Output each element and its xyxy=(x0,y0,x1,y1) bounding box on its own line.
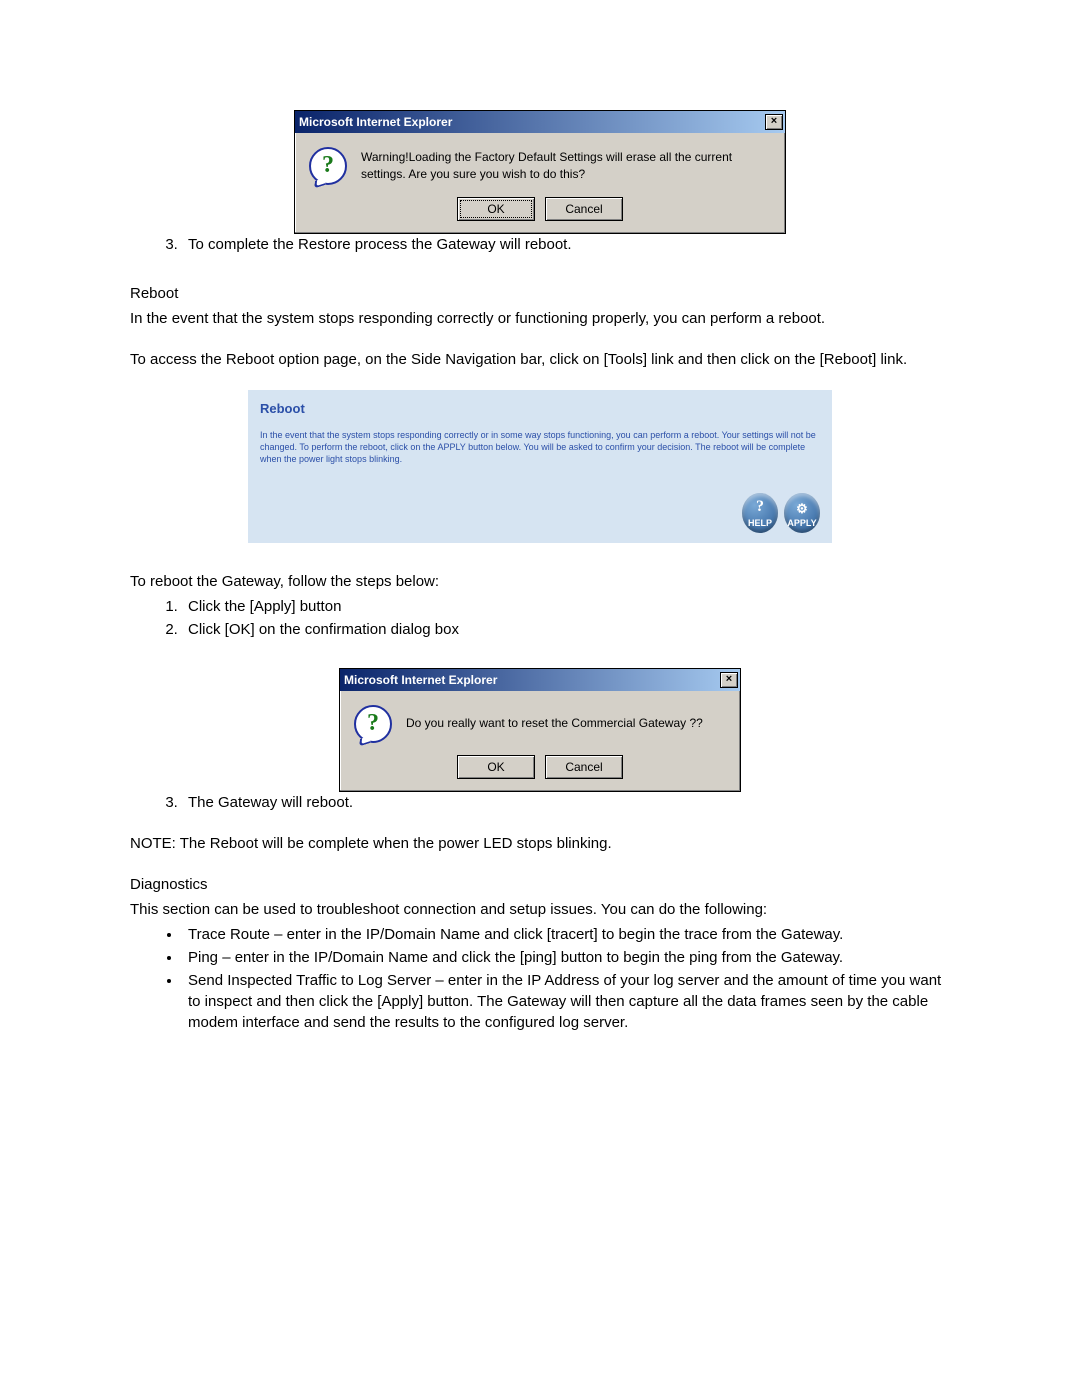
ok-button[interactable]: OK xyxy=(457,197,535,221)
diagnostics-list: Trace Route – enter in the IP/Domain Nam… xyxy=(182,924,950,1033)
list-item: Ping – enter in the IP/Domain Name and c… xyxy=(182,947,950,968)
apply-button[interactable]: ⚙ APPLY xyxy=(784,493,820,533)
reboot-steps-lead: To reboot the Gateway, follow the steps … xyxy=(130,571,950,592)
list-item: Send Inspected Traffic to Log Server – e… xyxy=(182,970,950,1033)
dialog-titlebar: Microsoft Internet Explorer × xyxy=(295,111,785,133)
dialog-message: Do you really want to reset the Commerci… xyxy=(406,705,703,743)
list-item: Trace Route – enter in the IP/Domain Nam… xyxy=(182,924,950,945)
list-item: Click the [Apply] button xyxy=(182,596,950,617)
list-item: To complete the Restore process the Gate… xyxy=(182,234,950,255)
warning-dialog: Microsoft Internet Explorer × ? Warning!… xyxy=(294,110,786,234)
apply-label: APPLY xyxy=(787,517,816,530)
list-item: Click [OK] on the confirmation dialog bo… xyxy=(182,619,950,640)
reboot-intro: In the event that the system stops respo… xyxy=(130,308,950,329)
help-button[interactable]: ? HELP xyxy=(742,493,778,533)
question-icon: ? xyxy=(309,147,347,185)
close-icon[interactable]: × xyxy=(720,672,738,688)
restore-steps: To complete the Restore process the Gate… xyxy=(182,234,950,255)
reboot-steps: Click the [Apply] button Click [OK] on t… xyxy=(182,596,950,640)
confirm-reset-dialog: Microsoft Internet Explorer × ? Do you r… xyxy=(339,668,741,792)
help-label: HELP xyxy=(748,517,772,530)
dialog-title: Microsoft Internet Explorer xyxy=(344,672,497,689)
question-icon: ? xyxy=(354,705,392,743)
panel-body: In the event that the system stops respo… xyxy=(260,430,820,465)
ok-button[interactable]: OK xyxy=(457,755,535,779)
panel-title: Reboot xyxy=(260,400,820,418)
reboot-panel: Reboot In the event that the system stop… xyxy=(248,390,832,543)
dialog-message: Warning!Loading the Factory Default Sett… xyxy=(361,147,771,185)
dialog-title: Microsoft Internet Explorer xyxy=(299,114,452,131)
cancel-button[interactable]: Cancel xyxy=(545,755,623,779)
cancel-button[interactable]: Cancel xyxy=(545,197,623,221)
section-heading-reboot: Reboot xyxy=(130,283,950,304)
question-icon: ? xyxy=(756,496,764,518)
section-heading-diagnostics: Diagnostics xyxy=(130,874,950,895)
dialog-titlebar: Microsoft Internet Explorer × xyxy=(340,669,740,691)
reboot-access: To access the Reboot option page, on the… xyxy=(130,349,950,370)
diagnostics-intro: This section can be used to troubleshoot… xyxy=(130,899,950,920)
reboot-steps-cont: The Gateway will reboot. xyxy=(182,792,950,813)
close-icon[interactable]: × xyxy=(765,114,783,130)
list-item: The Gateway will reboot. xyxy=(182,792,950,813)
note-text: NOTE: The Reboot will be complete when t… xyxy=(130,833,950,854)
